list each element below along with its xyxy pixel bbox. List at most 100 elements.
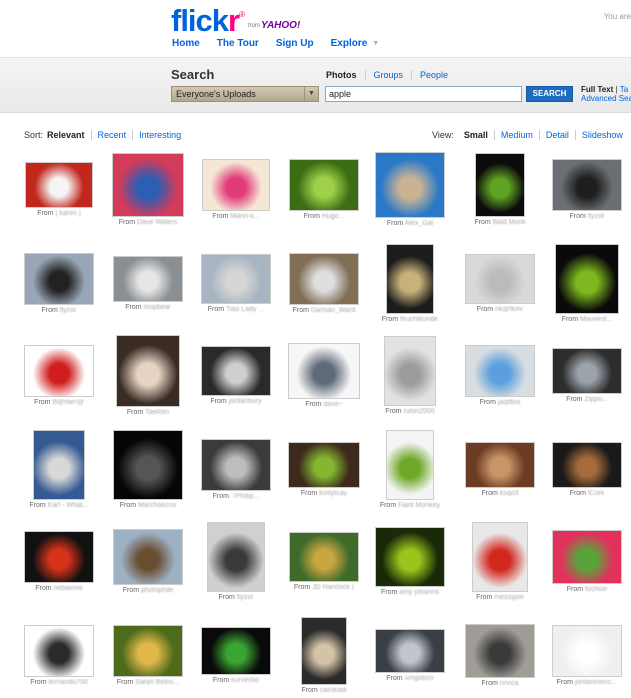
photo-thumbnail[interactable] bbox=[33, 430, 85, 500]
photo-owner-link[interactable]: nk@fkmr bbox=[495, 306, 523, 313]
photo-thumbnail[interactable] bbox=[465, 254, 535, 304]
photo-thumbnail[interactable] bbox=[552, 442, 622, 488]
nav-home[interactable]: Home bbox=[172, 38, 200, 49]
photo-thumbnail[interactable] bbox=[552, 625, 622, 677]
photo-thumbnail[interactable] bbox=[288, 343, 360, 399]
photo-thumbnail[interactable] bbox=[288, 442, 360, 488]
photo-thumbnail[interactable] bbox=[24, 531, 94, 583]
photo-owner-link[interactable]: rulon2000 bbox=[404, 408, 435, 415]
photo-thumbnail[interactable] bbox=[552, 348, 622, 394]
photo-thumbnail[interactable] bbox=[289, 253, 359, 305]
photo-owner-link[interactable]: fernando750 bbox=[48, 679, 87, 686]
search-input[interactable] bbox=[325, 86, 522, 102]
view-detail[interactable]: Detail bbox=[538, 130, 575, 140]
photo-owner-link[interactable]: flyzor bbox=[237, 594, 254, 601]
photo-thumbnail[interactable] bbox=[201, 346, 271, 396]
photo-thumbnail[interactable] bbox=[555, 244, 619, 314]
photo-thumbnail[interactable] bbox=[25, 162, 93, 208]
photo-owner-link[interactable]: ::Phillip... bbox=[231, 493, 259, 500]
photo-thumbnail[interactable] bbox=[375, 152, 445, 218]
photo-owner-link[interactable]: Zippo... bbox=[584, 396, 607, 403]
photo-thumbnail[interactable] bbox=[113, 430, 183, 500]
photo-owner-link[interactable]: umgidoro bbox=[405, 675, 434, 682]
search-scope-select[interactable]: Everyone's Uploads ▼ bbox=[171, 86, 319, 102]
photo-thumbnail[interactable] bbox=[24, 253, 94, 305]
photo-thumbnail[interactable] bbox=[552, 159, 622, 211]
photo-owner-link[interactable]: jordanbury bbox=[229, 398, 262, 405]
photo-owner-link[interactable]: calcikadi bbox=[320, 687, 347, 694]
photo-owner-link[interactable]: flyzor bbox=[60, 307, 77, 314]
sort-recent[interactable]: Recent bbox=[90, 130, 133, 140]
photo-owner-link[interactable]: flyzor bbox=[588, 213, 605, 220]
photo-owner-link[interactable]: Dave Waters bbox=[137, 219, 177, 226]
nav-the-tour[interactable]: The Tour bbox=[217, 38, 259, 49]
photo-thumbnail[interactable] bbox=[201, 254, 271, 304]
photo-owner-link[interactable]: nrvica bbox=[500, 680, 519, 687]
photo-owner-link[interactable]: TaeRen bbox=[145, 409, 169, 416]
photo-thumbnail[interactable] bbox=[465, 442, 535, 488]
advanced-search-link[interactable]: Advanced Sea bbox=[581, 94, 631, 103]
photo-owner-link[interactable]: fochsie bbox=[585, 586, 607, 593]
photo-thumbnail[interactable] bbox=[201, 439, 271, 491]
search-button[interactable]: SEARCH bbox=[526, 86, 573, 102]
photo-thumbnail[interactable] bbox=[113, 625, 183, 677]
photo-thumbnail[interactable] bbox=[384, 336, 436, 406]
photo-thumbnail[interactable] bbox=[465, 624, 535, 678]
photo-thumbnail[interactable] bbox=[202, 159, 270, 211]
photo-thumbnail[interactable] bbox=[465, 345, 535, 397]
photo-owner-link[interactable]: Mauvest... bbox=[580, 316, 612, 323]
tab-photos[interactable]: Photos bbox=[326, 70, 365, 80]
photo-owner-link[interactable]: kurvestio bbox=[231, 677, 259, 684]
photo-thumbnail[interactable] bbox=[24, 625, 94, 677]
sort-interesting[interactable]: Interesting bbox=[132, 130, 187, 140]
photo-thumbnail[interactable] bbox=[289, 159, 359, 211]
photo-owner-link[interactable]: Tiao Lady ... bbox=[226, 306, 264, 313]
photo-thumbnail[interactable] bbox=[375, 527, 445, 587]
photo-owner-link[interactable]: Sarah Belos... bbox=[135, 679, 179, 686]
full-text-option[interactable]: Full Text bbox=[581, 85, 613, 94]
photo-owner-link[interactable]: jordanmeric... bbox=[575, 679, 617, 686]
photo-owner-link[interactable]: Hugo... bbox=[322, 213, 345, 220]
view-slideshow[interactable]: Slideshow bbox=[574, 130, 629, 140]
photo-owner-link[interactable]: Damian_Ward bbox=[311, 307, 355, 314]
photo-owner-link[interactable]: loopbear bbox=[144, 304, 171, 311]
photo-owner-link[interactable]: Marchsezno bbox=[138, 502, 176, 509]
photo-owner-link[interactable]: B@rber@ bbox=[52, 399, 83, 406]
photo-owner-link[interactable]: jaqdtos bbox=[498, 399, 521, 406]
photo-owner-link[interactable]: photophile bbox=[141, 587, 173, 594]
photo-thumbnail[interactable] bbox=[113, 256, 183, 302]
photo-owner-link[interactable]: feuchtkunde bbox=[400, 316, 438, 323]
photo-owner-link[interactable]: Bald Monk bbox=[493, 219, 526, 226]
tab-groups[interactable]: Groups bbox=[364, 70, 412, 80]
photo-owner-link[interactable]: Faint Monkey bbox=[398, 502, 440, 509]
photo-owner-link[interactable]: ksqo3 bbox=[500, 490, 519, 497]
photo-thumbnail[interactable] bbox=[289, 532, 359, 582]
photo-owner-link[interactable]: kivilytcay bbox=[319, 490, 347, 497]
photo-thumbnail[interactable] bbox=[386, 244, 434, 314]
view-small[interactable]: Small bbox=[464, 130, 494, 140]
nav-sign-up[interactable]: Sign Up bbox=[276, 38, 314, 49]
photo-thumbnail[interactable] bbox=[475, 153, 525, 217]
photo-thumbnail[interactable] bbox=[116, 335, 180, 407]
tags-only-option[interactable]: Ta bbox=[620, 85, 628, 94]
photo-owner-link[interactable]: [ karen ] bbox=[56, 210, 81, 217]
photo-thumbnail[interactable] bbox=[552, 530, 622, 584]
photo-thumbnail[interactable] bbox=[112, 153, 184, 217]
photo-owner-link[interactable]: messyjoe bbox=[494, 594, 524, 601]
flickr-logo[interactable]: flick r ® from YAHOO! bbox=[171, 5, 300, 36]
photo-thumbnail[interactable] bbox=[113, 529, 183, 585]
photo-owner-link[interactable]: JD Hancock ( bbox=[312, 584, 354, 591]
photo-thumbnail[interactable] bbox=[472, 522, 528, 592]
photo-thumbnail[interactable] bbox=[201, 627, 271, 675]
tab-people[interactable]: People bbox=[411, 70, 456, 80]
photo-thumbnail[interactable] bbox=[386, 430, 434, 500]
photo-thumbnail[interactable] bbox=[24, 345, 94, 397]
photo-owner-link[interactable]: lCork bbox=[588, 490, 604, 497]
photo-owner-link[interactable]: Mann-k... bbox=[231, 213, 260, 220]
sort-relevant[interactable]: Relevant bbox=[47, 130, 91, 140]
photo-thumbnail[interactable] bbox=[375, 629, 445, 673]
photo-owner-link[interactable]: nebaeme bbox=[54, 585, 83, 592]
photo-thumbnail[interactable] bbox=[301, 617, 347, 685]
photo-owner-link[interactable]: Alex_Gal bbox=[405, 220, 433, 227]
photo-owner-link[interactable]: amy johanns bbox=[399, 589, 439, 596]
